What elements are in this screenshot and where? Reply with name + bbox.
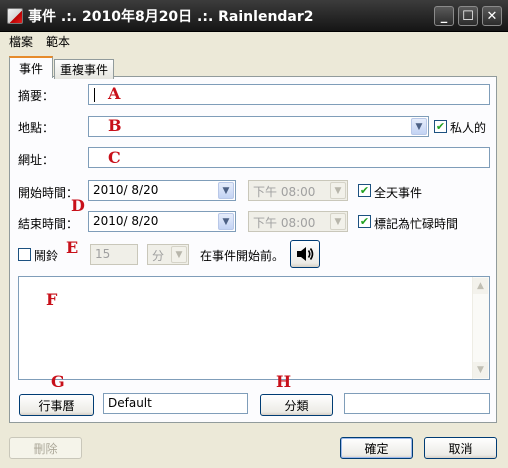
private-label: 私人的 xyxy=(450,121,487,135)
private-checkbox[interactable]: ✔ xyxy=(434,120,447,133)
menu-template[interactable]: 範本 xyxy=(46,33,70,50)
text-cursor xyxy=(94,88,95,102)
tab-repeat-event[interactable]: 重複事件 xyxy=(54,59,114,79)
window-title: 事件 .:. 2010年8月20日 .:. Rainlendar2 xyxy=(28,9,314,25)
maximize-icon[interactable]: ☐ xyxy=(458,6,478,26)
delete-button: 刪除 xyxy=(9,437,82,459)
alarm-suffix: 在事件開始前。 xyxy=(200,249,285,263)
app-icon xyxy=(7,8,23,24)
scroll-up-icon[interactable]: ▲ xyxy=(473,278,488,294)
description-textarea[interactable] xyxy=(18,276,490,380)
summary-label: 摘要： xyxy=(18,89,55,103)
location-dropdown-icon[interactable]: ▼ xyxy=(411,118,427,135)
location-combo[interactable] xyxy=(88,116,429,137)
sound-button[interactable] xyxy=(290,240,320,268)
alarm-label: 鬧鈴 xyxy=(34,249,59,263)
calendar-button[interactable]: 行事曆 xyxy=(19,394,94,416)
start-date-picker[interactable]: 2010/ 8/20 xyxy=(88,180,236,201)
annotation-a: A xyxy=(108,84,121,103)
location-label: 地點： xyxy=(18,121,55,135)
end-date-picker[interactable]: 2010/ 8/20 xyxy=(88,211,236,232)
tab-event[interactable]: 事件 xyxy=(9,56,53,78)
all-day-label: 全天事件 xyxy=(374,186,423,200)
start-date-dropdown-icon[interactable]: ▼ xyxy=(218,182,234,199)
alarm-checkbox[interactable] xyxy=(18,248,31,261)
annotation-f: F xyxy=(46,290,58,309)
busy-checkbox[interactable]: ✔ xyxy=(358,215,371,228)
all-day-checkbox[interactable]: ✔ xyxy=(358,184,371,197)
alarm-minutes-input: 15 xyxy=(90,244,138,265)
annotation-h: H xyxy=(276,372,292,391)
speaker-icon xyxy=(297,247,314,261)
annotation-c: C xyxy=(108,148,121,167)
url-label: 網址： xyxy=(18,153,55,167)
end-date-dropdown-icon[interactable]: ▼ xyxy=(218,213,234,230)
menu-bar xyxy=(0,32,508,50)
annotation-b: B xyxy=(108,116,122,135)
url-input[interactable] xyxy=(88,147,490,168)
summary-input[interactable] xyxy=(88,84,490,105)
scroll-down-icon[interactable]: ▼ xyxy=(473,362,488,378)
menu-file[interactable]: 檔案 xyxy=(9,33,33,50)
busy-label: 標記為忙碌時間 xyxy=(374,217,459,231)
end-time-label: 結束時間： xyxy=(18,217,79,231)
minimize-icon[interactable]: _ xyxy=(434,6,454,26)
end-time-dropdown-icon: ▼ xyxy=(330,213,346,230)
start-time-dropdown-icon: ▼ xyxy=(330,182,346,199)
calendar-name-input[interactable]: Default xyxy=(103,393,248,414)
annotation-g: G xyxy=(51,372,65,391)
close-icon[interactable]: ✕ xyxy=(482,6,502,26)
ok-button[interactable]: 確定 xyxy=(340,437,413,459)
alarm-unit-dropdown-icon: ▼ xyxy=(171,246,187,263)
cancel-button[interactable]: 取消 xyxy=(424,437,497,459)
annotation-d: D xyxy=(71,196,85,215)
start-time-label: 開始時間： xyxy=(18,186,79,200)
category-input[interactable] xyxy=(344,393,490,414)
category-button[interactable]: 分類 xyxy=(260,394,333,416)
annotation-e: E xyxy=(66,238,79,257)
